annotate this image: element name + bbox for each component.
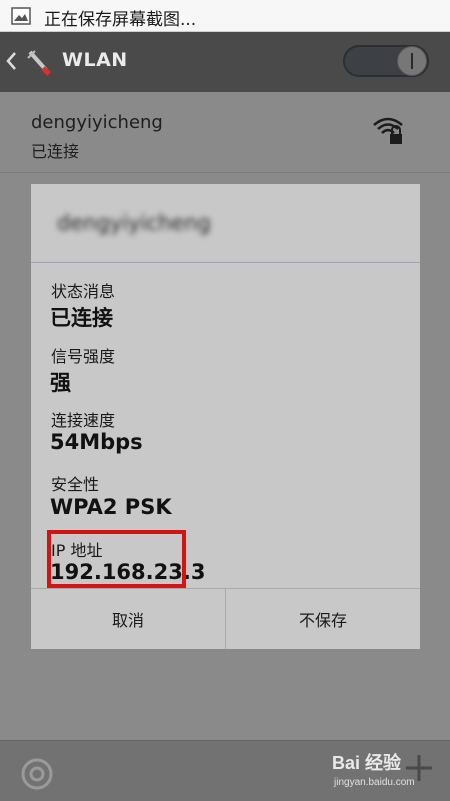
- wlan-toggle[interactable]: [343, 45, 429, 77]
- security-label: 安全性: [51, 475, 100, 494]
- forget-button[interactable]: 不保存: [225, 589, 420, 649]
- watermark-sub: jingyan.baidu.com: [334, 777, 415, 788]
- signal-strength-value: 强: [50, 371, 71, 395]
- dialog-title: dengyiyicheng: [57, 211, 211, 235]
- status-text: 正在保存屏幕截图...: [44, 10, 197, 30]
- security-value: WPA2 PSK: [50, 495, 172, 519]
- signal-strength-label: 信号强度: [51, 347, 116, 366]
- baidu-watermark: Bai 经验 jingyan.baidu.com: [330, 747, 430, 795]
- bottom-bar: Bai 经验 jingyan.baidu.com: [0, 740, 450, 801]
- scan-icon[interactable]: [18, 755, 56, 793]
- toggle-knob: [397, 46, 427, 76]
- ip-highlight-box: [47, 530, 186, 588]
- link-speed-label: 连接速度: [51, 411, 116, 430]
- back-arrow-icon[interactable]: [4, 50, 18, 72]
- watermark-main: Bai 经验: [332, 753, 402, 773]
- status-bar: 正在保存屏幕截图...: [0, 0, 450, 32]
- link-speed-value: 54Mbps: [50, 430, 143, 454]
- cancel-button[interactable]: 取消: [31, 589, 225, 649]
- wifi-lock-icon: [373, 117, 403, 144]
- list-divider: [0, 172, 450, 173]
- network-name[interactable]: dengyiyicheng: [31, 112, 163, 133]
- image-icon: [11, 7, 31, 25]
- action-bar: WLAN: [0, 32, 450, 92]
- dialog-header: dengyiyicheng: [31, 184, 420, 263]
- settings-tools-icon: [27, 50, 51, 76]
- status-value: 已连接: [50, 306, 113, 330]
- network-status: 已连接: [31, 142, 80, 161]
- status-label: 状态消息: [51, 282, 116, 301]
- dialog-button-bar: 取消 不保存: [31, 588, 420, 649]
- page-title: WLAN: [62, 49, 128, 71]
